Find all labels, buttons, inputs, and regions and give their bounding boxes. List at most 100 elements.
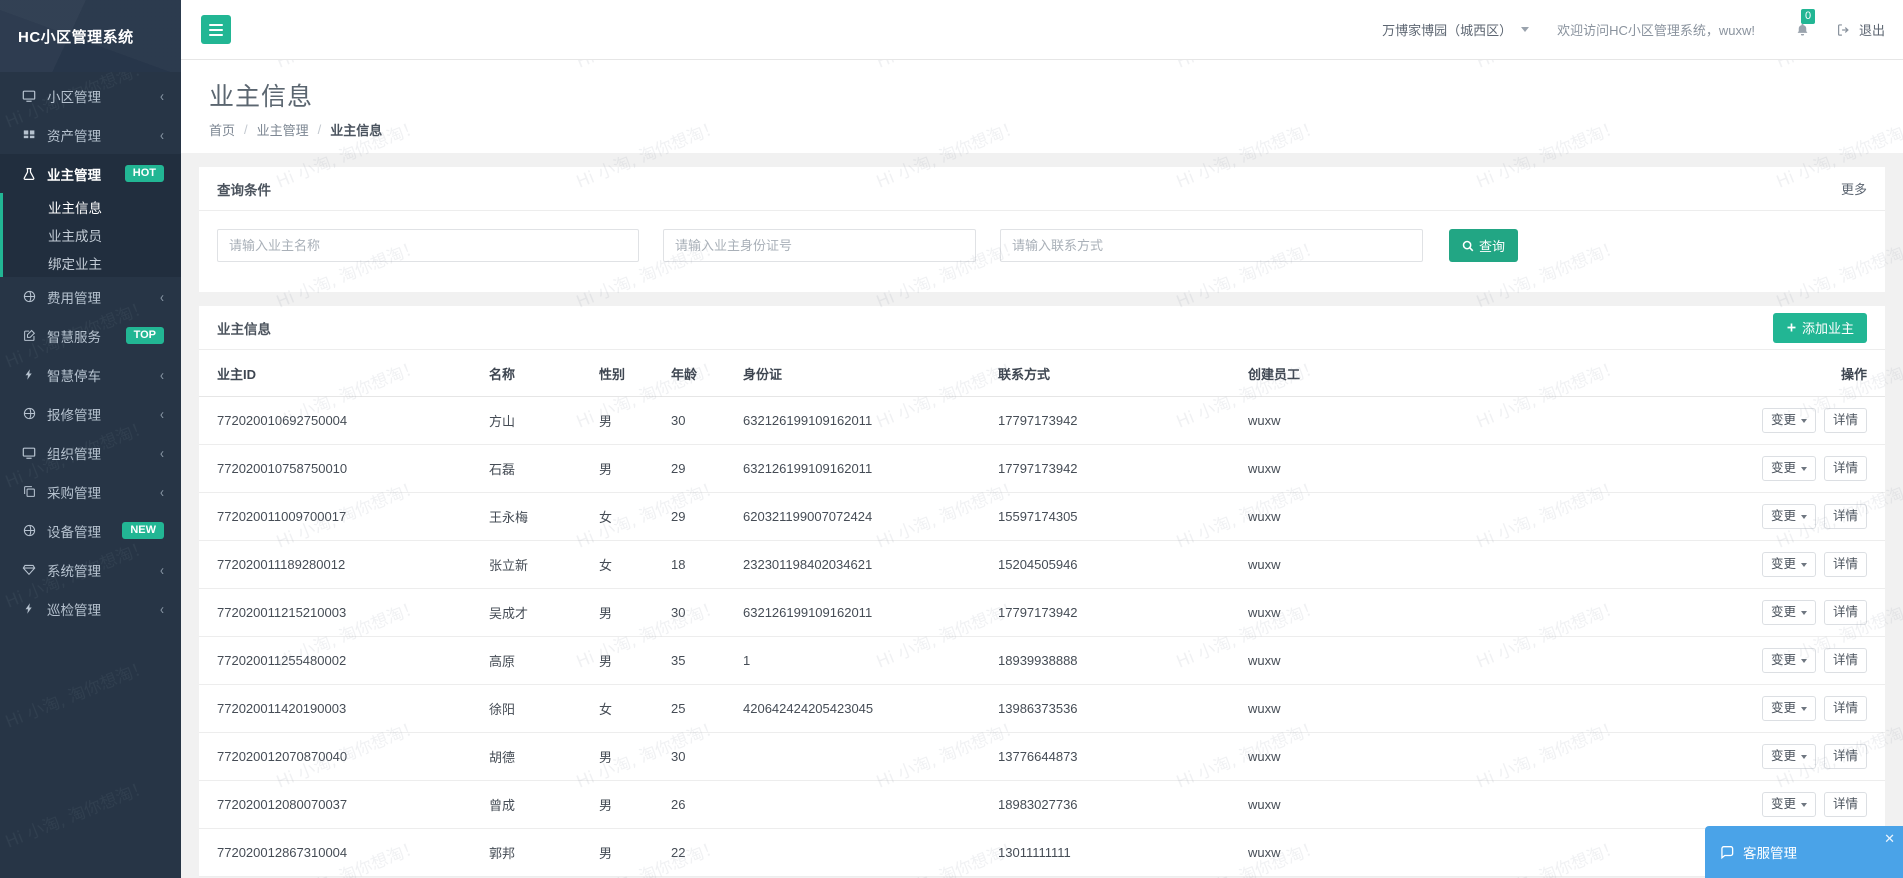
sidebar-item-baoxiu[interactable]: 报修管理 ‹ — [0, 394, 181, 433]
chevron-left-icon: ‹ — [160, 444, 164, 462]
row-detail-button[interactable]: 详情 — [1824, 504, 1867, 529]
breadcrumb-item-current: 业主信息 — [330, 120, 382, 139]
owner-idcard-input[interactable] — [663, 229, 976, 262]
sidebar-item-yezhu-guanli[interactable]: 业主管理 HOT — [0, 154, 181, 193]
sidebar-item-label: 巡检管理 — [47, 599, 160, 619]
table-row[interactable]: 772020012080070037曾成男2618983027736wuxw变更… — [199, 781, 1885, 829]
notification-button[interactable]: 0 — [1795, 22, 1810, 38]
sidebar-item-zhihuitingche[interactable]: 智慧停车 ‹ — [0, 355, 181, 394]
estate-selector-label: 万博家博园（城西区） — [1382, 20, 1512, 39]
sidebar-toggle-button[interactable] — [201, 15, 231, 44]
filter-card-header: 查询条件 更多 — [199, 167, 1885, 211]
cell-owner-id: 772020012080070037 — [199, 781, 479, 829]
table-row[interactable]: 772020010692750004方山男3063212619910916201… — [199, 397, 1885, 445]
sidebar-item-xitong[interactable]: 系统管理 ‹ — [0, 550, 181, 589]
table-row[interactable]: 772020011215210003吴成才男306321261991091620… — [199, 589, 1885, 637]
table-row[interactable]: 772020012070870040胡德男3013776644873wuxw变更… — [199, 733, 1885, 781]
breadcrumb-item-home[interactable]: 首页 — [209, 120, 235, 139]
app-logo[interactable]: HC小区管理系统 — [0, 0, 181, 72]
globe-icon — [20, 524, 38, 537]
cell-contact: 15597174305 — [988, 493, 1238, 541]
table-row[interactable]: 772020010758750010石磊男2963212619910916201… — [199, 445, 1885, 493]
breadcrumb-item-owner-mgmt[interactable]: 业主管理 — [257, 120, 309, 139]
monitor-icon — [20, 446, 38, 460]
row-change-label: 变更 — [1771, 557, 1796, 572]
sidebar-item-zuzhi[interactable]: 组织管理 ‹ — [0, 433, 181, 472]
sidebar-item-zhihuifuwu[interactable]: 智慧服务 TOP — [0, 316, 181, 355]
row-detail-button[interactable]: 详情 — [1824, 792, 1867, 817]
sidebar-subitem-yezhuxinxi[interactable]: 业主信息 — [0, 193, 181, 221]
row-change-button[interactable]: 变更 — [1762, 504, 1816, 529]
row-change-button[interactable]: 变更 — [1762, 456, 1816, 481]
owner-table-card: 业主信息 添加业主 业主ID 名称 性别 年龄 — [199, 306, 1885, 877]
cell-idcard: 632126199109162011 — [733, 397, 988, 445]
table-row[interactable]: 772020011255480002高原男35118939938888wuxw变… — [199, 637, 1885, 685]
column-header-contact: 联系方式 — [988, 350, 1238, 397]
row-change-button[interactable]: 变更 — [1762, 648, 1816, 673]
customer-service-widget[interactable]: 客服管理 ✕ — [1705, 826, 1903, 878]
owner-name-input[interactable] — [217, 229, 639, 262]
sidebar-group-yezhu: 业主管理 HOT 业主信息 业主成员 绑定业主 — [0, 154, 181, 277]
cell-creator: wuxw — [1238, 781, 1488, 829]
row-detail-button[interactable]: 详情 — [1824, 600, 1867, 625]
logout-button[interactable]: 退出 — [1836, 20, 1885, 39]
row-detail-button[interactable]: 详情 — [1824, 744, 1867, 769]
cell-idcard: 620321199007072424 — [733, 493, 988, 541]
column-header-age: 年龄 — [661, 350, 733, 397]
sidebar-subitem-bangdingyezhu[interactable]: 绑定业主 — [0, 249, 181, 277]
sidebar-item-zichan[interactable]: 资产管理 ‹ — [0, 115, 181, 154]
row-change-button[interactable]: 变更 — [1762, 600, 1816, 625]
table-row[interactable]: 772020011189280012张立新女182323011984020346… — [199, 541, 1885, 589]
sidebar-item-shebei[interactable]: 设备管理 NEW — [0, 511, 181, 550]
sidebar-item-label: 费用管理 — [47, 287, 160, 307]
sidebar-item-label: 组织管理 — [47, 443, 160, 463]
row-change-button[interactable]: 变更 — [1762, 744, 1816, 769]
cell-sex: 女 — [589, 493, 661, 541]
sidebar-item-xunjian[interactable]: 巡检管理 ‹ — [0, 589, 181, 628]
sidebar-item-label: 采购管理 — [47, 482, 160, 502]
add-owner-button[interactable]: 添加业主 — [1773, 313, 1867, 343]
row-detail-button[interactable]: 详情 — [1824, 696, 1867, 721]
row-detail-button[interactable]: 详情 — [1824, 456, 1867, 481]
row-change-label: 变更 — [1771, 509, 1796, 524]
cell-actions: 变更详情 — [1488, 397, 1885, 445]
table-row[interactable]: 772020011009700017王永梅女296203211990070724… — [199, 493, 1885, 541]
row-change-button[interactable]: 变更 — [1762, 408, 1816, 433]
column-header-name: 名称 — [479, 350, 589, 397]
row-change-button[interactable]: 变更 — [1762, 552, 1816, 577]
sidebar-item-feiyong[interactable]: 费用管理 ‹ — [0, 277, 181, 316]
row-change-button[interactable]: 变更 — [1762, 792, 1816, 817]
owner-table: 业主ID 名称 性别 年龄 身份证 联系方式 创建员工 操作 772020010… — [199, 350, 1885, 877]
sidebar-subitem-yezhuchengyuan[interactable]: 业主成员 — [0, 221, 181, 249]
sidebar-item-xiaoqu[interactable]: 小区管理 ‹ — [0, 76, 181, 115]
cell-sex: 男 — [589, 637, 661, 685]
row-detail-label: 详情 — [1833, 605, 1858, 620]
sidebar-item-label: 智慧停车 — [47, 365, 160, 385]
estate-selector[interactable]: 万博家博园（城西区） — [1382, 20, 1529, 39]
owner-contact-input[interactable] — [1000, 229, 1423, 262]
table-row[interactable]: 772020011420190003徐阳女2542064242420542304… — [199, 685, 1885, 733]
chevron-down-icon — [1801, 707, 1807, 711]
close-icon[interactable]: ✕ — [1884, 832, 1895, 845]
cell-creator: wuxw — [1238, 829, 1488, 877]
bolt-icon — [20, 602, 38, 615]
row-detail-button[interactable]: 详情 — [1824, 552, 1867, 577]
table-title: 业主信息 — [217, 318, 271, 338]
row-detail-button[interactable]: 详情 — [1824, 648, 1867, 673]
sidebar-item-caigou[interactable]: 采购管理 ‹ — [0, 472, 181, 511]
chevron-down-icon — [1801, 659, 1807, 663]
table-row[interactable]: 772020012867310004郭邦男2213011111111wuxw变更… — [199, 829, 1885, 877]
row-detail-button[interactable]: 详情 — [1824, 408, 1867, 433]
cell-sex: 男 — [589, 397, 661, 445]
row-change-button[interactable]: 变更 — [1762, 696, 1816, 721]
plus-icon — [1786, 322, 1797, 333]
search-button[interactable]: 查询 — [1449, 229, 1518, 262]
filter-more-link[interactable]: 更多 — [1841, 179, 1867, 198]
row-detail-label: 详情 — [1833, 461, 1858, 476]
add-owner-label: 添加业主 — [1802, 318, 1854, 337]
cell-owner-id: 772020010692750004 — [199, 397, 479, 445]
column-header-creator: 创建员工 — [1238, 350, 1488, 397]
cell-idcard: 632126199109162011 — [733, 589, 988, 637]
chevron-left-icon: ‹ — [160, 87, 164, 105]
content-scroll-area[interactable]: Hi 小淘, 淘你想淘！Hi 小淘, 淘你想淘！Hi 小淘, 淘你想淘！Hi 小… — [181, 60, 1903, 878]
